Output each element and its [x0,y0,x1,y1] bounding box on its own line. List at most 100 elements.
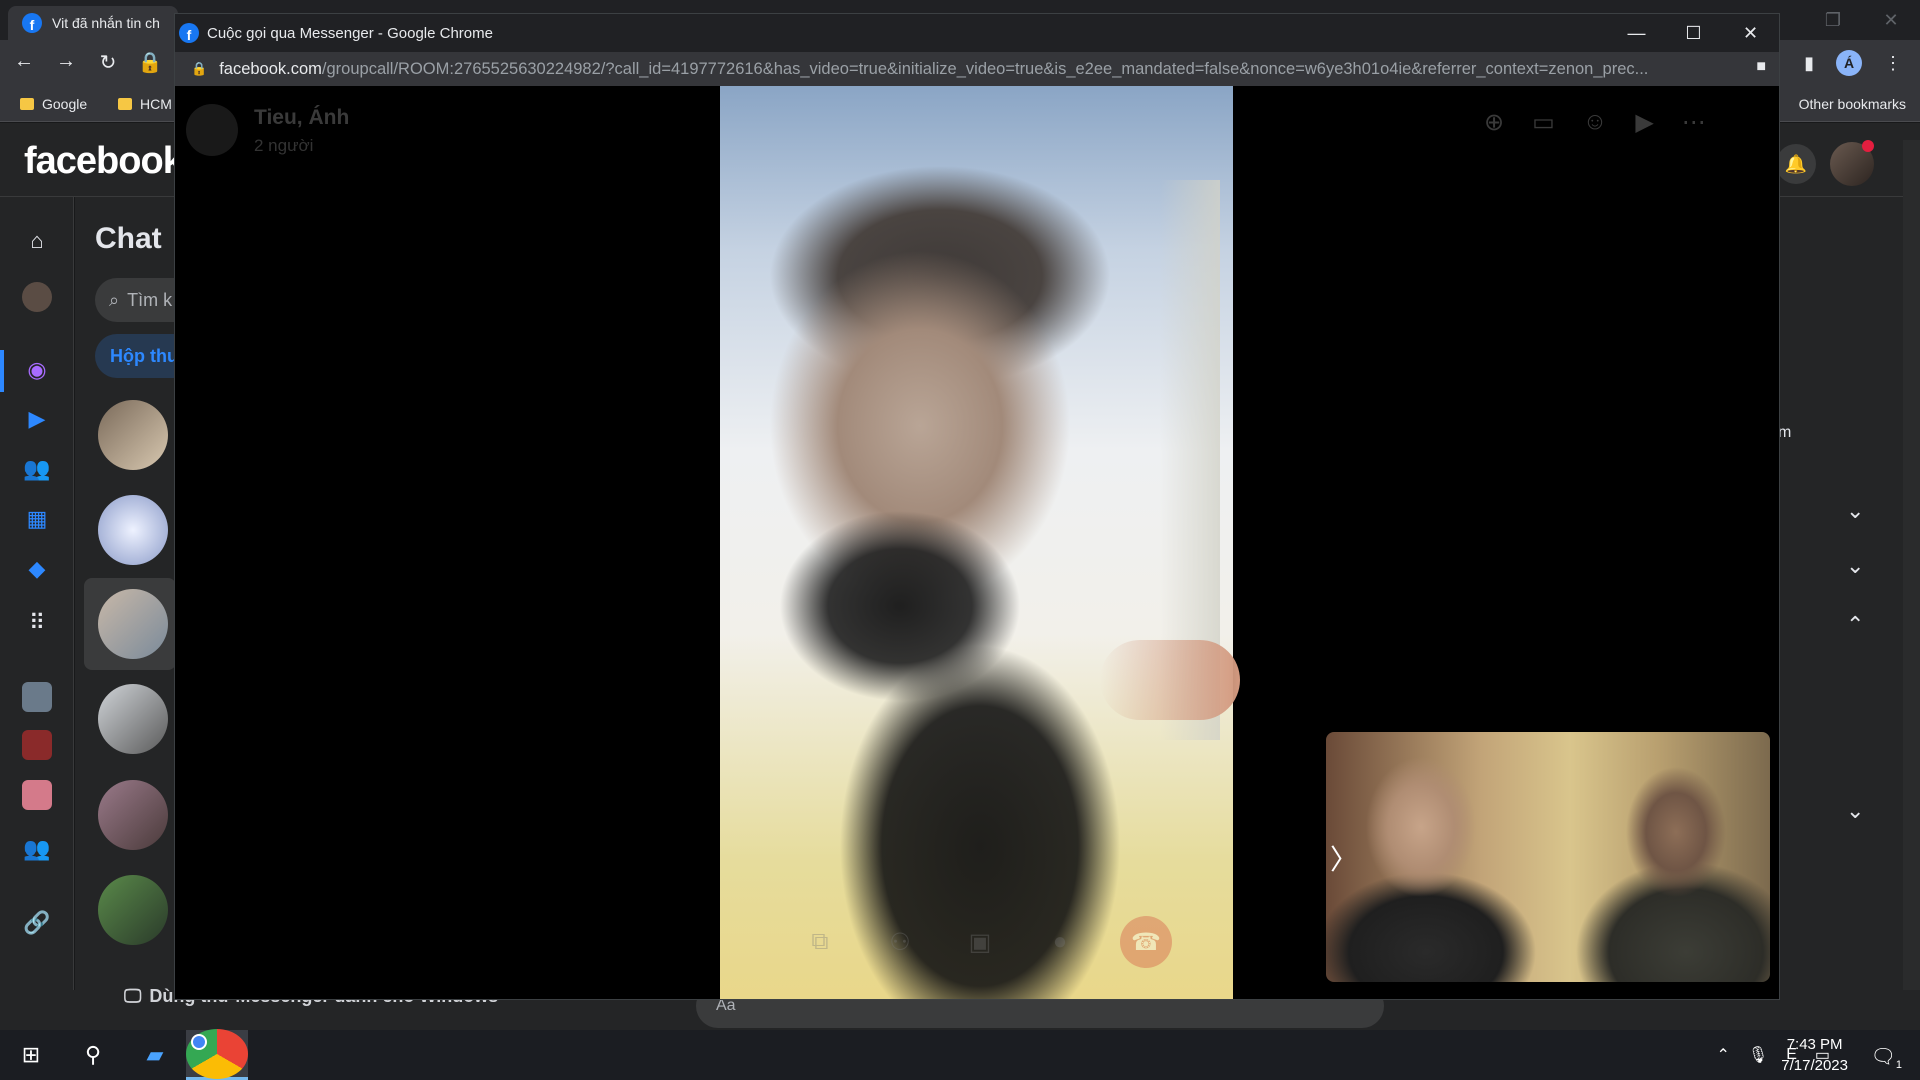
effects-icon[interactable]: ☺ [1583,108,1608,137]
background-tab-title: Vit đã nhắn tin ch [52,15,160,31]
conversation-avatar[interactable] [98,875,168,945]
facebook-favicon-icon: f [179,23,199,43]
shortcut-group-1[interactable] [20,680,54,714]
shortcut-group-2[interactable] [20,728,54,762]
notification-dot [1862,140,1874,152]
call-window-address-bar[interactable]: 🔒 facebook.com/groupcall/ROOM:2765525630… [175,52,1779,86]
search-icon: ⌕ [109,289,120,310]
chrome-icon [186,1028,248,1079]
back-arrow-icon[interactable]: ← [10,50,38,75]
bookmark-folder-icon [118,98,132,110]
menu-grid-icon[interactable]: ⠿ [20,606,54,640]
close-icon[interactable]: ✕ [1722,14,1779,52]
taskbar-clock[interactable]: 7:43 PM 7/17/2023 [1781,1034,1848,1076]
chevron-right-icon[interactable]: 〉 [1330,838,1358,878]
minimize-icon[interactable]: — [1608,14,1665,52]
home-icon[interactable]: ⌂ [20,224,54,258]
restore-icon[interactable]: ❐ [1804,0,1862,40]
messenger-icon[interactable]: ◉ [20,353,54,387]
call-controls: ⧉ ⚇ ▣ ● ☎ [800,916,1172,968]
search-icon[interactable]: ⚲ [62,1030,124,1080]
marketplace-icon[interactable]: ▦ [20,502,54,536]
lock-icon: 🔒 [137,52,163,74]
link-icon[interactable]: 🔗 [20,906,54,940]
chevron-down-icon[interactable]: ⌄ [1846,498,1864,524]
bookmark-hcm[interactable]: HCM [118,96,172,112]
clock-date: 7/17/2023 [1781,1057,1848,1074]
background-window-controls: ❐ ✕ [1804,0,1920,40]
chevron-down-icon[interactable]: ⌄ [1846,553,1864,579]
windows-taskbar [0,1030,1920,1080]
bookmark-google[interactable]: Google [20,96,87,112]
facebook-favicon-icon: f [22,13,42,33]
camera-in-use-icon[interactable]: ■ [1756,58,1766,76]
url-host: facebook.com [219,59,322,78]
close-icon[interactable]: ✕ [1862,0,1920,40]
conversation-avatar[interactable] [98,780,168,850]
call-window-title: Cuộc gọi qua Messenger - Google Chrome [207,24,493,42]
participant-count: 2 người [254,136,314,155]
chevron-down-icon[interactable]: ⌄ [1846,798,1864,824]
watch-icon[interactable]: ▶ [20,402,54,436]
group-avatar [186,104,238,156]
conversation-avatar[interactable] [98,684,168,754]
clock-time: 7:43 PM [1786,1036,1843,1053]
active-rail-indicator [0,350,4,392]
other-bookmarks[interactable]: Other bookmarks [1799,96,1906,112]
self-video-preview[interactable] [1326,732,1770,982]
desktop-app-icon[interactable]: ▰ [124,1030,186,1080]
microphone-icon[interactable]: 🎙 [1748,1045,1768,1065]
maximize-icon[interactable]: ☐ [1665,14,1722,52]
gamepad-icon[interactable]: ▭ [1532,108,1555,137]
url-path: /groupcall/ROOM:2765525630224982/?call_i… [321,59,1649,78]
background-browser-tab[interactable]: f Vit đã nhắn tin ch [8,6,178,40]
video-camera-icon[interactable]: ▣ [960,922,1000,962]
groups-icon[interactable]: 👥 [20,832,54,866]
chat-title: Chat [95,222,162,255]
side-panel-icon[interactable]: ▮ [1804,53,1814,74]
info-panel-text: m [1778,424,1792,441]
chrome-menu-icon[interactable]: ⋮ [1884,53,1902,74]
more-options-icon[interactable]: ⋯ [1682,108,1706,137]
chevron-up-icon[interactable]: ⌃ [1846,612,1864,638]
shortcut-group-3[interactable] [20,778,54,812]
call-window-controls: — ☐ ✕ [1608,14,1779,52]
bookmark-folder-icon [20,98,34,110]
call-url: facebook.com/groupcall/ROOM:276552563022… [219,60,1729,79]
remote-participant-video [720,86,1233,999]
microphone-icon[interactable]: ● [1040,922,1080,962]
notification-center-icon[interactable]: 🗨1 [1870,1044,1902,1071]
call-window-titlebar: f Cuộc gọi qua Messenger - Google Chrome [175,14,1779,52]
bookmark-label: HCM [140,96,172,112]
notifications-bell-icon[interactable]: 🔔 [1776,144,1816,184]
lock-icon: 🔒 [191,61,208,76]
profile-avatar-button[interactable]: Á [1836,50,1862,76]
forward-arrow-icon[interactable]: → [52,50,80,75]
remote-video-detail [1100,640,1240,720]
taskbar-apps: ⊞ ⚲ ▰ [0,1028,248,1080]
gaming-icon[interactable]: ◆ [20,552,54,586]
notification-count: 1 [1895,1059,1902,1071]
facebook-logo[interactable]: facebook [24,140,184,183]
add-icon[interactable]: ⊕ [1484,108,1504,137]
add-person-icon[interactable]: ⚇ [880,922,920,962]
conversation-avatar[interactable] [98,589,168,659]
search-placeholder: Tìm k [127,289,173,310]
windows-start-icon[interactable]: ⊞ [0,1030,62,1080]
end-call-button[interactable]: ☎ [1120,916,1172,968]
page-scrollbar[interactable] [1903,140,1920,1030]
conversation-avatar[interactable] [98,495,168,565]
conversation-avatar[interactable] [98,400,168,470]
profile-shortcut-avatar[interactable] [20,280,54,314]
chrome-taskbar-button[interactable] [186,1028,248,1080]
friends-icon[interactable]: 👥 [20,452,54,486]
share-screen-icon[interactable]: ⧉ [800,922,840,962]
desktop-icon: 🖵 [124,986,142,1006]
watch-together-icon[interactable]: ▶ [1635,108,1653,137]
reload-icon[interactable]: ↻ [94,50,122,75]
bookmark-label: Google [42,96,88,112]
call-top-tools: ⊕ ▭ ☺ ▶ ⋯ [1484,108,1706,137]
chevron-up-icon[interactable]: ⌃ [1716,1045,1729,1065]
background-nav-buttons: ← → ↻ 🔒 [10,50,164,75]
call-name: Tieu, Ánh [254,106,350,129]
